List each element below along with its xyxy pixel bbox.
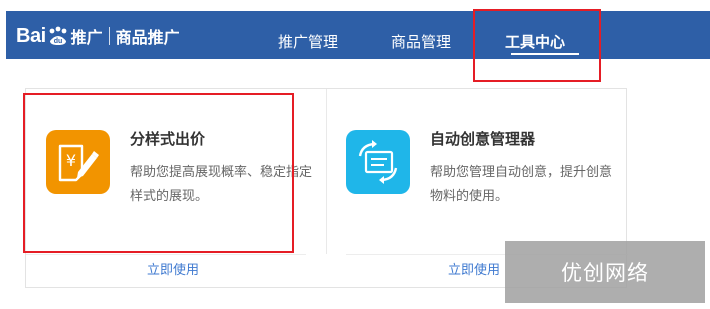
refresh-document-icon[interactable] [346,130,410,194]
nav-tool-center[interactable]: 工具中心 [505,31,565,52]
card-footer-line-left [26,254,306,255]
logo-separator [108,27,110,45]
logo-brand-left: Bai [16,24,46,47]
product-name: 商品推广 [115,28,180,47]
svg-text:¥: ¥ [66,151,76,170]
baidu-logo[interactable]: Bai du 推广 商品推广 [16,24,180,48]
tool-title-auto-creative[interactable]: 自动创意管理器 [430,128,535,149]
logo-suffix: 推广 [70,28,103,47]
watermark: 优创网络 [505,241,705,303]
nav-campaign-management[interactable]: 推广管理 [278,31,338,52]
tool-desc-style-bidding: 帮助您提高展现概率、稳定指定样式的展现。 [130,165,313,204]
panel-divider [326,89,327,254]
logo-brand-right: du [53,38,62,45]
top-header: Bai du 推广 商品推广 推广管理 商品管理 工具中心 [6,11,710,59]
tool-title-style-bidding[interactable]: 分样式出价 [130,128,205,149]
nav-product-management[interactable]: 商品管理 [391,31,451,52]
price-tag-pencil-icon[interactable]: ¥ [46,130,110,194]
active-nav-underline [511,53,579,55]
use-now-link-auto-creative[interactable]: 立即使用 [448,259,500,278]
paw-icon: du [47,26,69,46]
tool-desc-auto-creative: 帮助您管理自动创意，提升创意物料的使用。 [430,165,613,204]
use-now-link-style-bidding[interactable]: 立即使用 [147,259,199,278]
